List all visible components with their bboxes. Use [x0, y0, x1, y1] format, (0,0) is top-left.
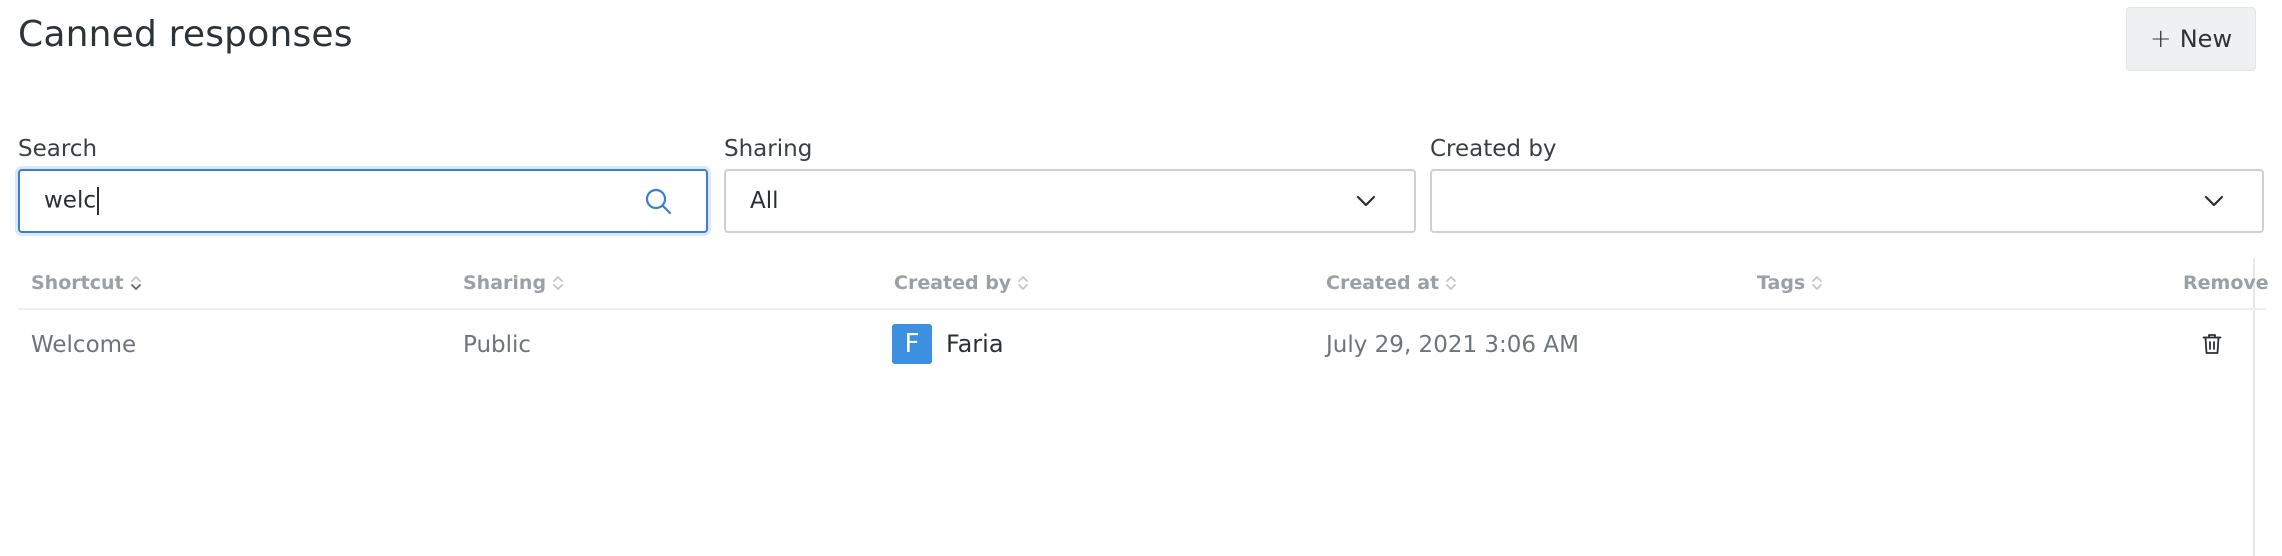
column-header-sharing[interactable]: Sharing [463, 272, 564, 294]
column-header-label: Tags [1757, 272, 1806, 294]
column-header-label: Created at [1326, 272, 1440, 294]
column-header-created-by[interactable]: Created by [894, 272, 1029, 294]
column-header-label: Sharing [463, 272, 547, 294]
remove-button[interactable] [2194, 328, 2230, 364]
column-header-created-at[interactable]: Created at [1326, 272, 1457, 294]
sharing-label: Sharing [724, 136, 813, 162]
sort-icon [552, 274, 564, 292]
sharing-select-value: All [750, 188, 779, 214]
search-icon[interactable] [632, 175, 684, 227]
table-header: Shortcut Sharing Created by Created at T… [18, 258, 2269, 310]
sharing-select[interactable]: All [724, 169, 1416, 233]
text-cursor [97, 187, 99, 215]
canned-responses-page: Canned responses + New Search welc Shari… [0, 0, 2282, 556]
chevron-down-icon [1340, 175, 1392, 227]
cell-sharing: Public [463, 332, 532, 358]
search-label: Search [18, 136, 98, 162]
search-input[interactable]: welc [18, 169, 708, 233]
sort-icon [130, 274, 142, 292]
canned-responses-table: Shortcut Sharing Created by Created at T… [18, 258, 2269, 382]
sort-icon [1811, 274, 1823, 292]
page-title: Canned responses [18, 14, 353, 55]
cell-created-at: July 29, 2021 3:06 AM [1326, 332, 1579, 358]
sort-icon [1017, 274, 1029, 292]
column-header-tags[interactable]: Tags [1757, 272, 1823, 294]
cell-shortcut: Welcome [31, 332, 137, 358]
cell-created-by: F Faria [892, 324, 1004, 364]
avatar: F [892, 324, 932, 364]
new-button-label: New [2179, 25, 2233, 53]
created-by-select[interactable] [1430, 169, 2264, 233]
sort-icon [1445, 274, 1457, 292]
new-button[interactable]: + New [2126, 7, 2256, 71]
search-input-value: welc [44, 187, 96, 214]
trash-icon [2202, 333, 2222, 359]
column-header-remove: Remove [2183, 272, 2269, 294]
chevron-down-icon [2188, 175, 2240, 227]
plus-icon: + [2149, 24, 2172, 54]
column-header-label: Created by [894, 272, 1012, 294]
created-by-label: Created by [1430, 136, 1557, 162]
column-header-label: Remove [2183, 272, 2269, 294]
column-header-shortcut[interactable]: Shortcut [31, 272, 142, 294]
creator-name: Faria [946, 330, 1004, 358]
table-row[interactable]: Welcome Public F Faria July 29, 2021 3:0… [18, 310, 2266, 382]
column-header-label: Shortcut [31, 272, 124, 294]
